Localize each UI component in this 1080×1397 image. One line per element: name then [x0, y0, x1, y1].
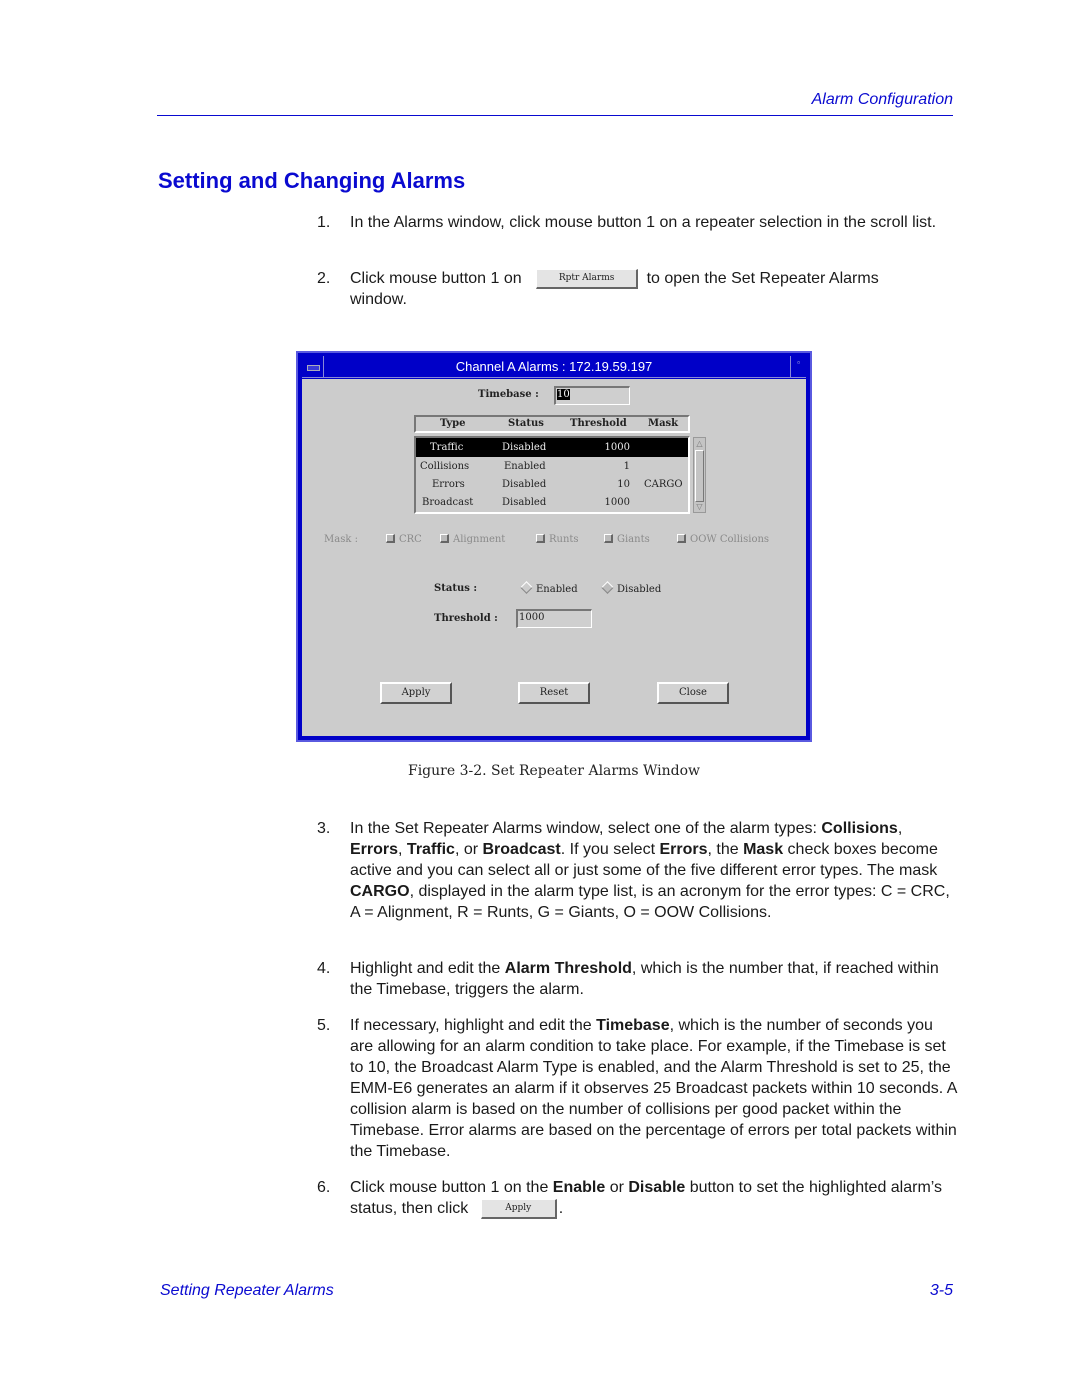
checkbox-icon[interactable] — [677, 534, 686, 543]
cell-status: Disabled — [502, 442, 547, 453]
step-text: In the Set Repeater Alarms window, selec… — [350, 820, 950, 921]
list-item[interactable]: Traffic Disabled 1000 — [416, 438, 688, 457]
step-text: window. — [350, 291, 407, 308]
scroll-thumb[interactable] — [695, 450, 704, 502]
cell-threshold: 1 — [623, 461, 630, 472]
step-text: Click mouse button 1 on — [350, 270, 522, 287]
radio-icon[interactable] — [520, 581, 533, 594]
list-item[interactable]: Collisions Enabled 1 — [416, 457, 688, 476]
window-title: Channel A Alarms : 172.19.59.197 — [455, 359, 653, 374]
checkbox-label: Giants — [617, 534, 650, 545]
cell-mask: CARGO — [644, 479, 683, 490]
checkbox-label: OOW Collisions — [690, 534, 770, 545]
status-label: Status : — [434, 583, 478, 594]
radio-label: Enabled — [536, 584, 578, 595]
mask-checkbox-runts[interactable]: Runts — [536, 534, 579, 545]
alarm-table-header: Type Status Threshold Mask — [414, 415, 690, 433]
timebase-value: 10 — [557, 389, 570, 400]
list-item[interactable]: Errors Disabled 10 CARGO — [416, 475, 688, 494]
checkbox-label: Alignment — [453, 534, 506, 545]
cell-threshold: 10 — [617, 479, 630, 490]
threshold-label: Threshold : — [434, 613, 498, 624]
cell-status: Disabled — [502, 479, 547, 490]
step-text: If necessary, highlight and edit the Tim… — [350, 1017, 957, 1160]
close-button[interactable]: Close — [657, 682, 729, 704]
column-header-mask: Mask — [648, 418, 679, 429]
checkbox-label: Runts — [549, 534, 579, 545]
cell-type: Broadcast — [422, 497, 474, 508]
header-rule — [157, 115, 953, 116]
step-number: 4. — [317, 960, 331, 977]
column-header-type: Type — [440, 418, 466, 429]
cell-status: Disabled — [502, 497, 547, 508]
step-text: Highlight and edit the Alarm Threshold, … — [350, 960, 939, 998]
step-text: In the Alarms window, click mouse button… — [350, 214, 937, 231]
step-number: 1. — [317, 214, 331, 231]
reset-button[interactable]: Reset — [518, 682, 590, 704]
checkbox-icon[interactable] — [604, 534, 613, 543]
step-5: 5. If necessary, highlight and edit the … — [317, 1015, 957, 1162]
checkbox-label: CRC — [399, 534, 422, 545]
cell-type: Errors — [432, 479, 465, 490]
cell-threshold: 1000 — [604, 497, 630, 508]
step-4: 4. Highlight and edit the Alarm Threshol… — [317, 958, 957, 1000]
scroll-down-icon[interactable]: ▽ — [695, 502, 704, 511]
apply-button[interactable]: Apply — [380, 682, 452, 704]
column-header-threshold: Threshold — [570, 418, 627, 429]
figure-caption: Figure 3-2. Set Repeater Alarms Window — [407, 763, 701, 779]
cell-type: Collisions — [420, 461, 470, 472]
checkbox-icon[interactable] — [440, 534, 449, 543]
threshold-input[interactable]: 1000 — [516, 609, 592, 628]
step-number: 2. — [317, 270, 331, 287]
set-repeater-alarms-window: Channel A Alarms : 172.19.59.197 ▫ Timeb… — [296, 351, 812, 742]
step-number: 5. — [317, 1017, 331, 1034]
mask-checkbox-oow-collisions[interactable]: OOW Collisions — [677, 534, 769, 545]
footer-section-title: Setting Repeater Alarms — [160, 1282, 334, 1299]
radio-label: Disabled — [617, 584, 662, 595]
window-menu-icon[interactable] — [302, 356, 324, 378]
maximize-icon[interactable]: ▫ — [790, 356, 806, 378]
step-6: 6. Click mouse button 1 on the Enable or… — [317, 1177, 957, 1219]
timebase-input[interactable]: 10 — [554, 386, 630, 405]
page-number: 3-5 — [929, 1282, 953, 1299]
status-radio-enabled[interactable]: Enabled — [520, 581, 578, 595]
mask-checkbox-alignment[interactable]: Alignment — [440, 534, 505, 545]
list-item[interactable]: Broadcast Disabled 1000 — [416, 493, 688, 512]
radio-icon[interactable] — [601, 581, 614, 594]
section-title: Setting and Changing Alarms — [158, 168, 466, 193]
status-radio-disabled[interactable]: Disabled — [601, 581, 662, 595]
checkbox-icon[interactable] — [536, 534, 545, 543]
alarm-type-list[interactable]: Traffic Disabled 1000 Collisions Enabled… — [414, 436, 690, 514]
cell-status: Enabled — [504, 461, 546, 472]
window-client: Timebase : 10 Type Status Threshold Mask… — [302, 379, 806, 736]
column-header-status: Status — [508, 418, 544, 429]
step-2: 2. Click mouse button 1 on Rptr Alarms t… — [317, 268, 957, 310]
mask-checkbox-giants[interactable]: Giants — [604, 534, 650, 545]
step-3: 3. In the Set Repeater Alarms window, se… — [317, 818, 957, 923]
checkbox-icon[interactable] — [386, 534, 395, 543]
mask-checkbox-crc[interactable]: CRC — [386, 534, 422, 545]
mask-label: Mask : — [324, 534, 358, 545]
rptr-alarms-button-image: Rptr Alarms — [536, 268, 639, 289]
timebase-label: Timebase : — [478, 389, 539, 400]
step-number: 6. — [317, 1179, 331, 1196]
step-text: to open the Set Repeater Alarms — [646, 270, 879, 287]
step-number: 3. — [317, 820, 331, 837]
apply-button-image: Apply — [480, 1198, 557, 1219]
cell-threshold: 1000 — [604, 442, 630, 453]
window-titlebar[interactable]: Channel A Alarms : 172.19.59.197 ▫ — [302, 356, 806, 378]
running-header: Alarm Configuration — [811, 91, 953, 108]
scroll-up-icon[interactable]: △ — [695, 439, 704, 448]
step-1: 1. In the Alarms window, click mouse but… — [317, 212, 957, 233]
cell-type: Traffic — [430, 442, 464, 453]
list-scrollbar[interactable]: △ ▽ — [693, 437, 706, 513]
step-text: Click mouse button 1 on the Enable or Di… — [350, 1179, 943, 1219]
